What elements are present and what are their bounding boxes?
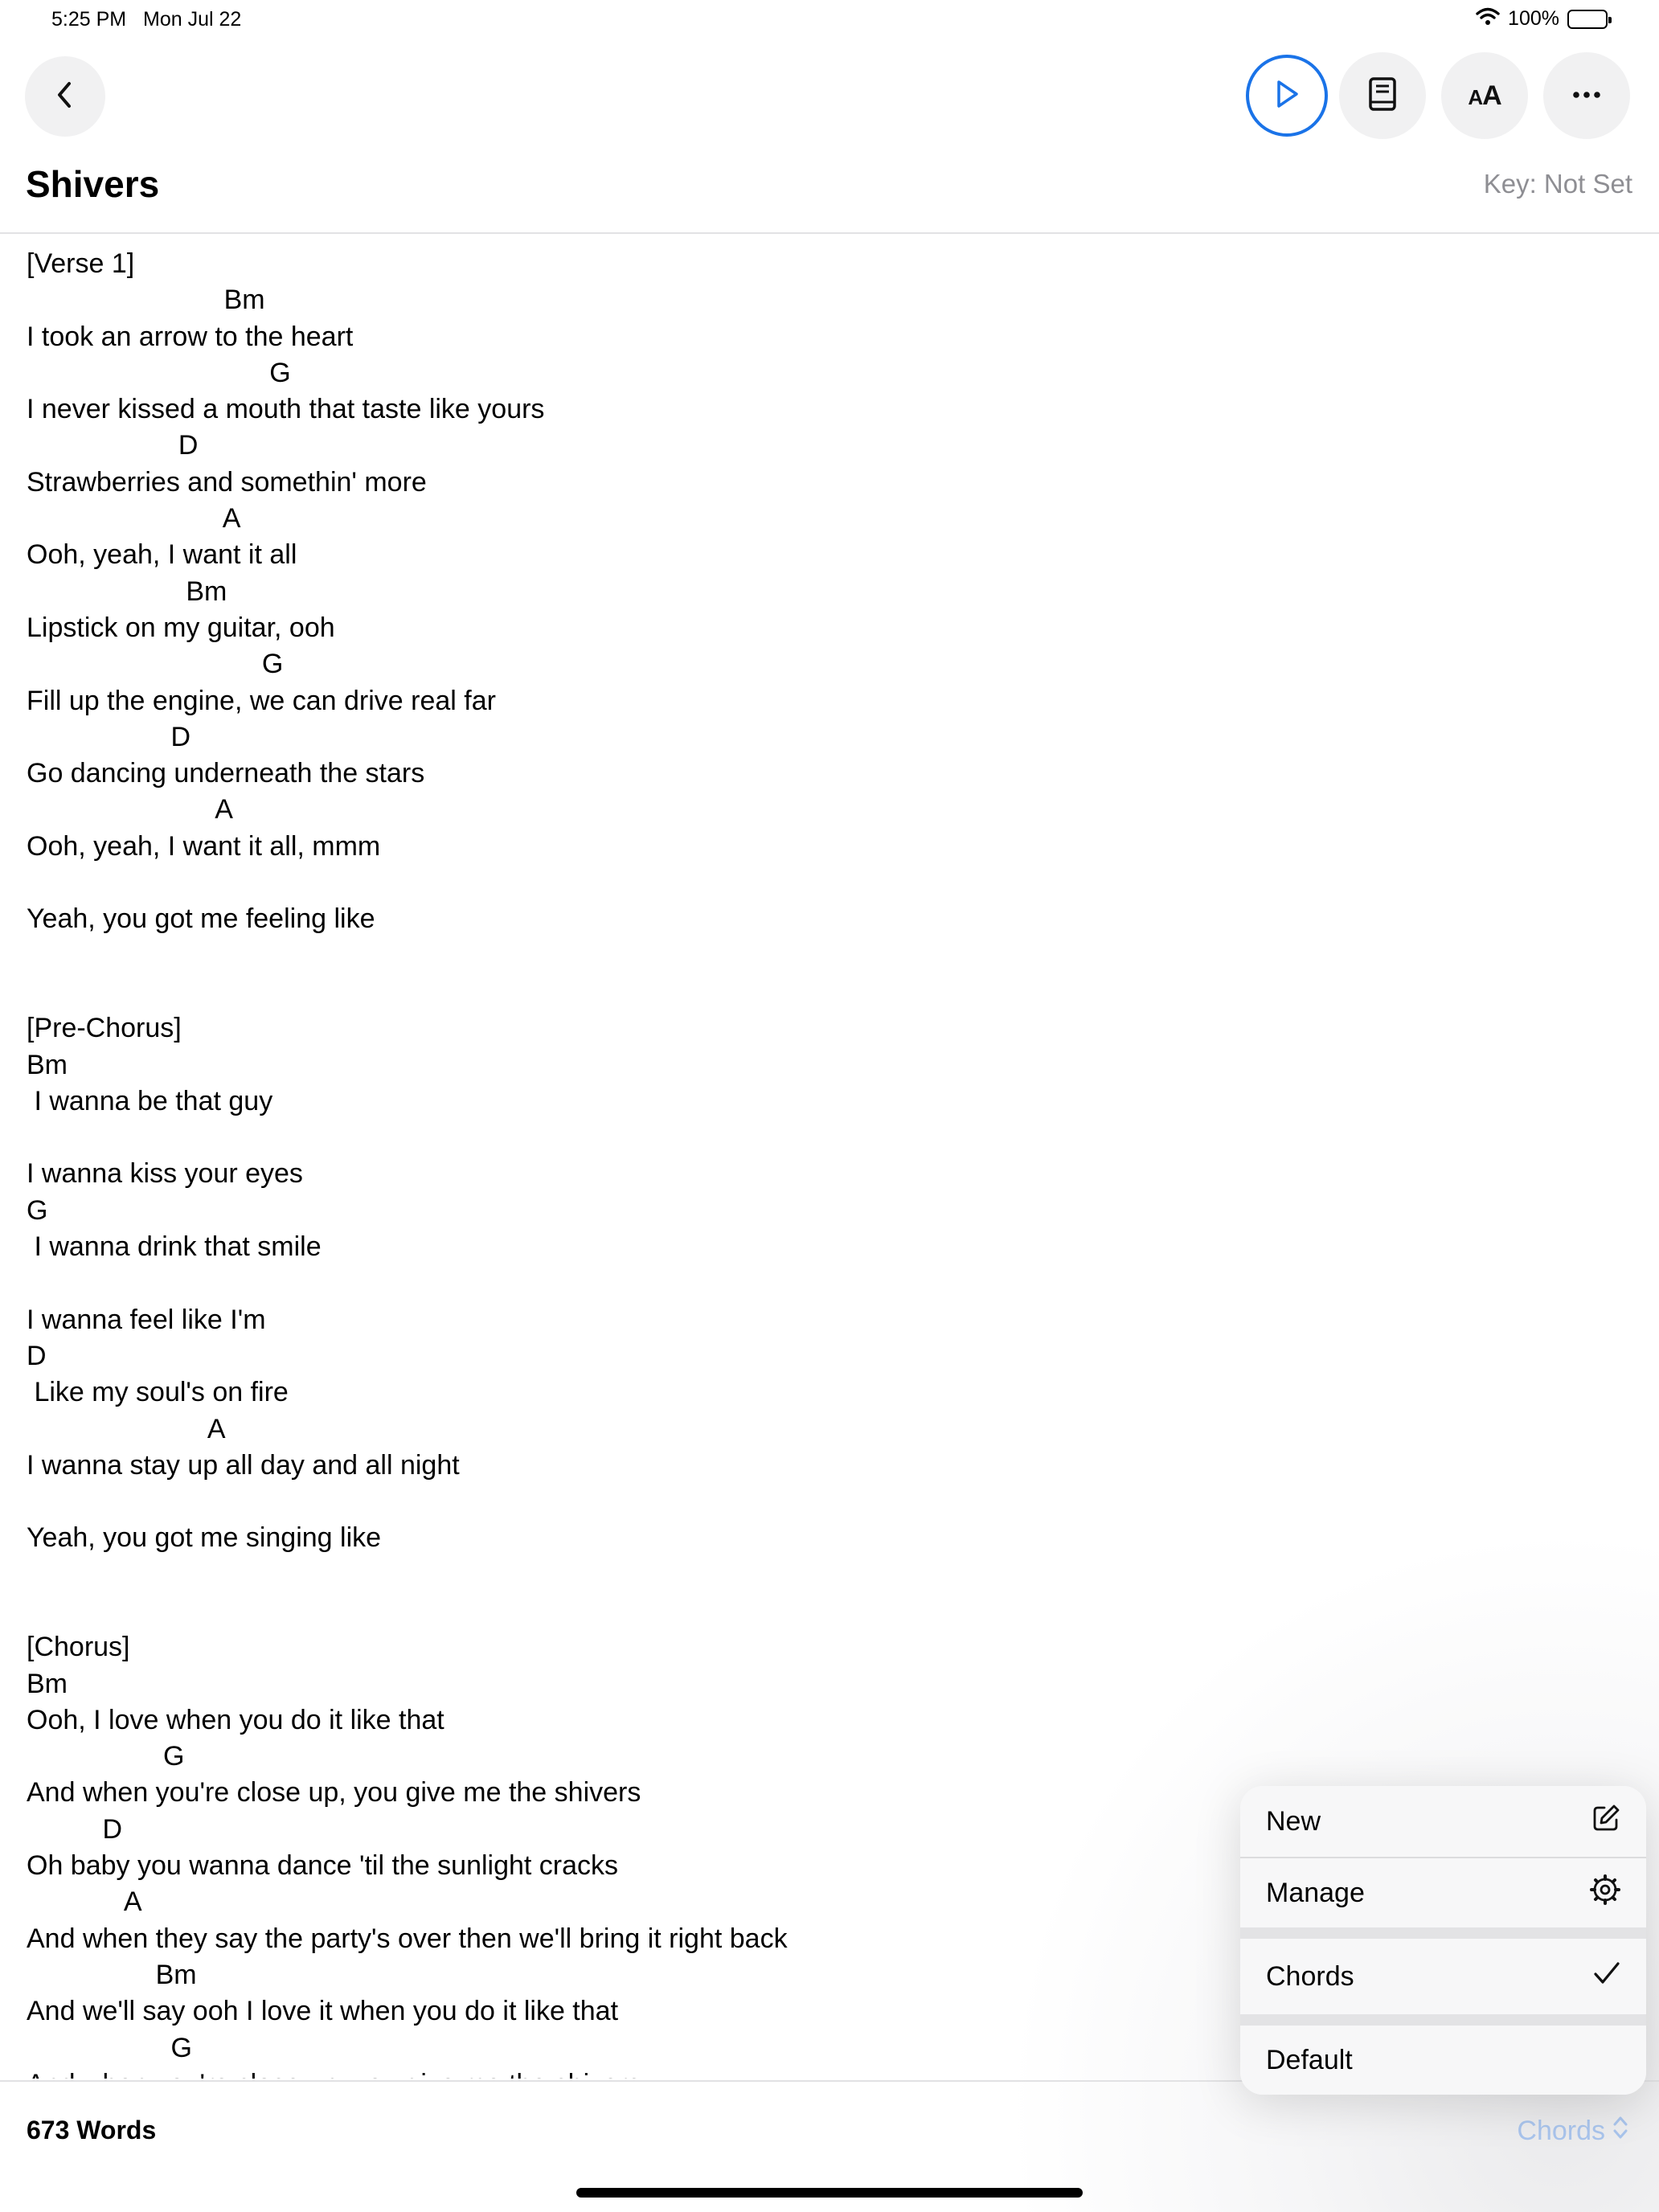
- menu-item-label: Manage: [1266, 1877, 1365, 1908]
- menu-item-manage[interactable]: Manage: [1240, 1858, 1646, 1927]
- lyric-line: I wanna feel like I'm: [27, 1304, 266, 1335]
- word-count: 673 Words: [27, 2116, 157, 2144]
- status-time: 5:25 PM: [51, 8, 127, 31]
- lyric-line: Yeah, you got me singing like: [27, 1522, 382, 1554]
- menu-item-new[interactable]: New: [1240, 1786, 1646, 1857]
- status-date: Mon Jul 22: [143, 8, 242, 31]
- lyric-line: G: [27, 357, 291, 388]
- wifi-icon: [1476, 6, 1500, 31]
- lyric-line: [27, 1120, 1232, 1156]
- battery-percent: 100%: [1508, 7, 1559, 30]
- lyric-line: Bm: [27, 285, 265, 316]
- header-divider: [0, 232, 1659, 234]
- lyric-line: D: [27, 721, 191, 752]
- lyric-line: Bm: [27, 576, 227, 607]
- mode-picker[interactable]: Chords: [1517, 2114, 1629, 2149]
- lyric-line: Lipstick on my guitar, ooh: [27, 612, 335, 643]
- lyric-line: A: [27, 1886, 142, 1918]
- lyric-line: [27, 1265, 1232, 1301]
- lyric-line: G: [27, 649, 284, 680]
- menu-item-label: Chords: [1266, 1960, 1354, 1992]
- lyric-line: Bm: [27, 1049, 68, 1080]
- status-bar: 5:25 PM Mon Jul 22 100%: [0, 0, 1659, 39]
- lyric-line: Ooh, yeah, I want it all, mmm: [27, 830, 381, 862]
- lyric-line: And when they say the party's over then …: [27, 1923, 788, 1954]
- lyric-line: And when you're close up, you give me th…: [27, 1777, 641, 1809]
- chevron-left-icon: [53, 80, 77, 113]
- battery-icon: [1567, 9, 1612, 29]
- lyric-line: I wanna be that guy: [27, 1085, 273, 1116]
- lyric-line: D: [27, 1340, 47, 1371]
- lyric-line: A: [27, 1413, 226, 1444]
- lyric-line: G: [27, 1194, 48, 1226]
- lyric-line: And we'll say ooh I love it when you do …: [27, 1996, 619, 2027]
- lyric-line: And when you're close up, you give me th…: [27, 2067, 1232, 2079]
- lyric-line: [Pre-Chorus]: [27, 1013, 182, 1044]
- lyric-line: A: [27, 503, 241, 535]
- lyric-line: [Verse 1]: [27, 248, 135, 279]
- menu-section-gap: [1240, 2014, 1646, 2026]
- lyric-line: Ooh, yeah, I want it all: [27, 539, 297, 571]
- menu-item-label: New: [1266, 1805, 1321, 1837]
- lyric-line: [27, 1557, 1232, 1593]
- lyric-line: [27, 938, 1232, 974]
- lyric-line: Yeah, you got me feeling like: [27, 903, 375, 935]
- font-size-button[interactable]: AA: [1441, 52, 1528, 139]
- play-icon: [1272, 78, 1301, 114]
- font-size-icon: AA: [1468, 80, 1501, 111]
- lyric-line: Strawberries and somethin' more: [27, 466, 427, 498]
- lyric-line: [27, 865, 1232, 901]
- lyric-line: Oh baby you wanna dance 'til the sunligh…: [27, 1850, 619, 1882]
- lyric-line: Like my soul's on fire: [27, 1377, 289, 1408]
- more-button[interactable]: [1543, 52, 1630, 139]
- lyric-line: I wanna kiss your eyes: [27, 1158, 303, 1190]
- mode-picker-label: Chords: [1517, 2116, 1605, 2146]
- menu-item-label: Default: [1266, 2044, 1353, 2075]
- checkmark-icon: [1593, 1961, 1620, 1993]
- lyrics-editor[interactable]: [Verse 1] Bm I took an arrow to the heart…: [27, 246, 1232, 2079]
- mode-menu: New Manage Chords Default: [1240, 1786, 1646, 2095]
- lyric-line: Fill up the engine, we can drive real fa…: [27, 685, 496, 716]
- menu-item-chords[interactable]: Chords: [1240, 1939, 1646, 2014]
- lyric-line: I never kissed a mouth that taste like y…: [27, 394, 545, 425]
- lyric-line: Bm: [27, 1668, 68, 1699]
- lyric-line: I wanna drink that smile: [27, 1231, 322, 1263]
- lyric-line: [27, 974, 1232, 1010]
- chevron-up-down-icon: [1612, 2114, 1629, 2149]
- play-button[interactable]: [1246, 55, 1328, 137]
- book-icon: [1366, 76, 1399, 116]
- lyric-line: [Chorus]: [27, 1632, 130, 1663]
- lyric-line: I took an arrow to the heart: [27, 321, 354, 352]
- menu-section-gap: [1240, 1927, 1646, 1939]
- lyric-line: A: [27, 794, 233, 825]
- compose-icon: [1591, 1804, 1620, 1840]
- lyric-line: G: [27, 2032, 192, 2063]
- back-button[interactable]: [25, 56, 105, 137]
- lyric-line: D: [27, 430, 199, 461]
- book-button[interactable]: [1339, 52, 1426, 139]
- ellipsis-icon: [1572, 88, 1601, 103]
- lyric-line: [27, 1593, 1232, 1629]
- song-title: Shivers: [26, 163, 160, 205]
- lyric-line: I wanna stay up all day and all night: [27, 1449, 460, 1481]
- lyric-line: G: [27, 1741, 185, 1772]
- gear-icon: [1590, 1874, 1620, 1912]
- menu-item-default[interactable]: Default: [1240, 2026, 1646, 2095]
- home-indicator: [576, 2188, 1083, 2198]
- status-indicators: 100%: [1476, 6, 1612, 31]
- lyric-line: Bm: [27, 1959, 197, 1990]
- song-key[interactable]: Key: Not Set: [1484, 169, 1632, 199]
- lyric-line: [27, 1484, 1232, 1520]
- lyric-line: Ooh, I love when you do it like that: [27, 1704, 444, 1735]
- lyric-line: D: [27, 1813, 123, 1845]
- lyric-line: Go dancing underneath the stars: [27, 758, 425, 789]
